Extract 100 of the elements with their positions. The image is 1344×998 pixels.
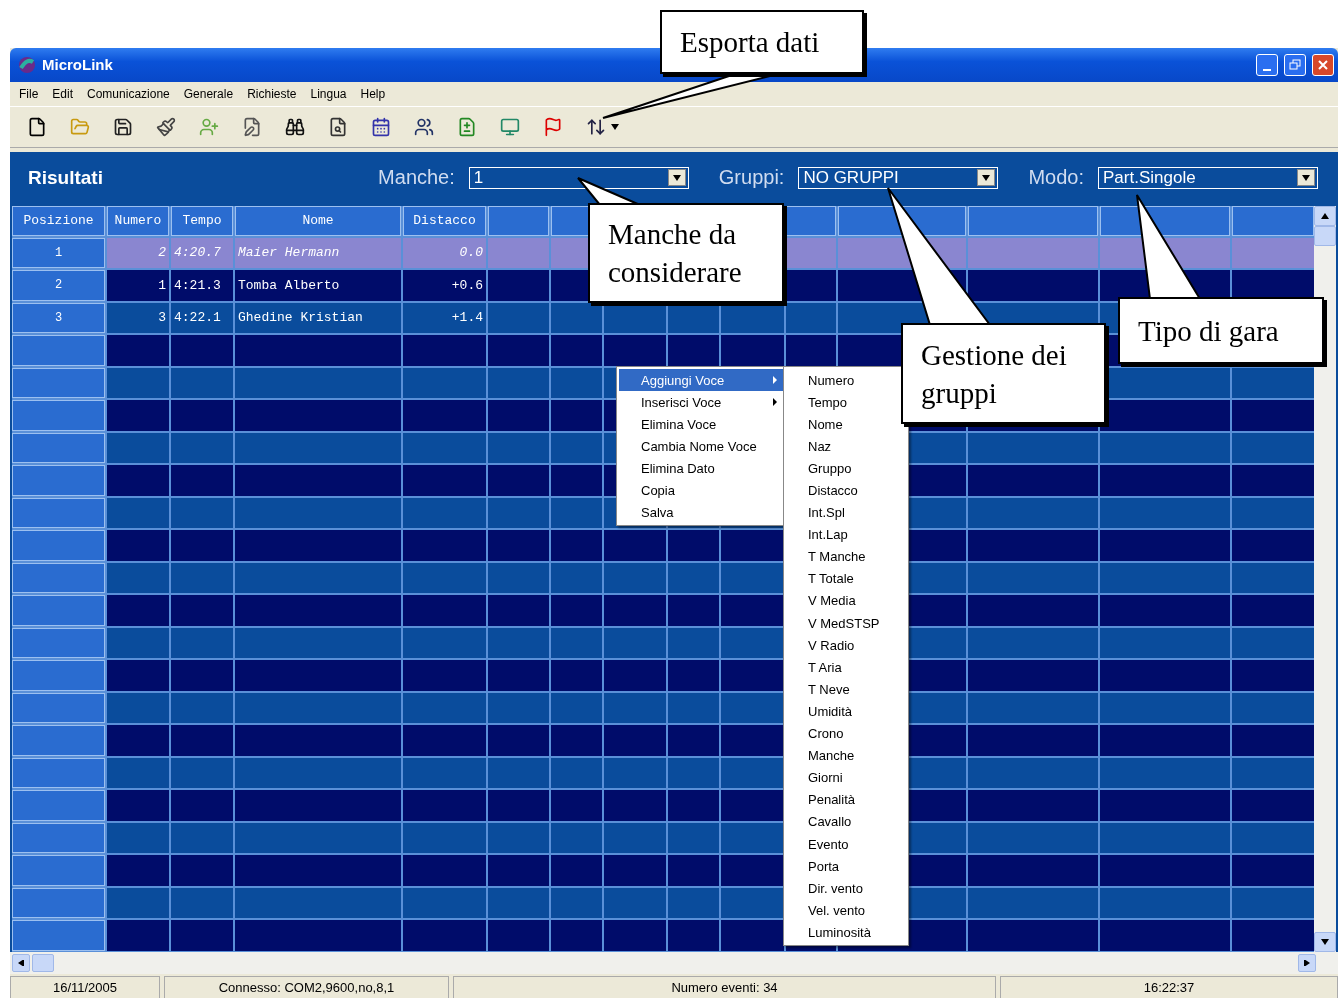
vertical-scrollbar[interactable] bbox=[1314, 205, 1336, 953]
menu-item[interactable]: Lingua bbox=[303, 86, 354, 101]
context-menu-item[interactable]: Inserisci Voce bbox=[619, 391, 785, 413]
table-cell bbox=[551, 822, 602, 854]
table-cell bbox=[721, 822, 784, 854]
maximize-button[interactable] bbox=[1284, 53, 1306, 76]
table-cell bbox=[551, 920, 602, 951]
table-cell bbox=[604, 660, 666, 691]
submenu-item[interactable]: Crono bbox=[784, 722, 908, 745]
table-cell bbox=[171, 757, 233, 789]
submenu-item[interactable]: Distacco bbox=[784, 479, 908, 502]
row-header[interactable]: 2 bbox=[12, 270, 105, 301]
submenu-item[interactable]: T Aria bbox=[784, 656, 908, 679]
row-header[interactable] bbox=[12, 855, 105, 886]
calendar-button[interactable] bbox=[370, 115, 392, 138]
scroll-thumb[interactable] bbox=[32, 954, 54, 973]
row-header[interactable] bbox=[12, 530, 105, 561]
filter-dropdown[interactable]: Part.Singole bbox=[1098, 166, 1318, 189]
left-arrow-icon bbox=[17, 960, 25, 967]
context-menu-item[interactable]: Aggiungi Voce bbox=[619, 369, 785, 391]
row-header[interactable]: 1 bbox=[12, 237, 105, 269]
scroll-right-button[interactable] bbox=[1298, 954, 1316, 973]
row-header[interactable] bbox=[12, 887, 105, 919]
row-header[interactable] bbox=[12, 465, 105, 496]
column-header[interactable]: Distacco bbox=[403, 205, 486, 236]
table-cell bbox=[488, 660, 549, 691]
scroll-down-button[interactable] bbox=[1314, 932, 1336, 953]
column-header[interactable]: Numero bbox=[107, 205, 169, 236]
menu-item[interactable]: Comunicazione bbox=[80, 86, 177, 101]
submenu-item[interactable]: V Radio bbox=[784, 634, 908, 657]
table-cell bbox=[107, 400, 169, 431]
submenu-item[interactable]: Gruppo bbox=[784, 457, 908, 480]
submenu-item[interactable]: T Totale bbox=[784, 567, 908, 590]
context-menu-item[interactable]: Salva bbox=[619, 501, 785, 523]
submenu-item[interactable]: Giorni bbox=[784, 766, 908, 789]
submenu-item[interactable]: Int.Spl bbox=[784, 501, 908, 524]
table-cell bbox=[171, 725, 233, 756]
maximize-icon bbox=[1289, 58, 1301, 71]
row-header[interactable] bbox=[12, 562, 105, 594]
row-header[interactable] bbox=[12, 822, 105, 854]
submenu-item[interactable]: Penalità bbox=[784, 788, 908, 811]
scroll-up-button[interactable] bbox=[1314, 205, 1336, 226]
submenu-item[interactable]: Luminosità bbox=[784, 921, 908, 944]
row-header[interactable] bbox=[12, 660, 105, 691]
submenu-item[interactable]: Naz bbox=[784, 435, 908, 458]
submenu-item[interactable]: Porta bbox=[784, 855, 908, 878]
column-header[interactable]: Posizione bbox=[12, 205, 105, 236]
table-cell: 0.0 bbox=[403, 237, 486, 269]
context-menu-item[interactable]: Copia bbox=[619, 479, 785, 501]
menu-item[interactable]: Edit bbox=[45, 86, 81, 101]
table-cell bbox=[721, 660, 784, 691]
menu-item[interactable]: Help bbox=[353, 86, 393, 101]
paintbrush-button[interactable] bbox=[155, 115, 177, 138]
row-header[interactable] bbox=[12, 790, 105, 821]
submenu-item[interactable]: Cavallo bbox=[784, 810, 908, 833]
row-header[interactable] bbox=[12, 757, 105, 789]
submenu-item[interactable]: Vel. vento bbox=[784, 899, 908, 922]
row-header[interactable] bbox=[12, 595, 105, 626]
menu-item[interactable]: Generale bbox=[176, 86, 241, 101]
table-cell bbox=[786, 237, 836, 269]
minimize-button[interactable] bbox=[1256, 53, 1278, 76]
row-header[interactable] bbox=[12, 627, 105, 659]
submenu-item[interactable]: Umidità bbox=[784, 700, 908, 723]
submenu-item[interactable]: Int.Lap bbox=[784, 523, 908, 546]
table-cell bbox=[488, 367, 549, 399]
submenu-item[interactable]: Dir. vento bbox=[784, 877, 908, 900]
row-header[interactable] bbox=[12, 367, 105, 399]
filter-dropdown[interactable]: 1 bbox=[468, 166, 689, 189]
row-header[interactable] bbox=[12, 692, 105, 724]
row-header[interactable] bbox=[12, 432, 105, 464]
context-menu-item[interactable]: Elimina Voce bbox=[619, 413, 785, 435]
row-header[interactable] bbox=[12, 335, 105, 366]
submenu-item[interactable]: V MedSTSP bbox=[784, 612, 908, 635]
submenu-item[interactable]: Manche bbox=[784, 744, 908, 767]
menu-item[interactable]: Richieste bbox=[240, 86, 304, 101]
scroll-thumb[interactable] bbox=[1314, 225, 1336, 246]
table-cell bbox=[551, 432, 602, 464]
table-cell: 1 bbox=[107, 270, 169, 301]
table-cell bbox=[488, 530, 549, 561]
table-cell bbox=[668, 887, 719, 919]
context-menu-item[interactable]: Elimina Dato bbox=[619, 457, 785, 479]
context-menu-item[interactable]: Cambia Nome Voce bbox=[619, 435, 785, 457]
close-button[interactable] bbox=[1312, 53, 1334, 76]
row-header[interactable]: 3 bbox=[12, 302, 105, 334]
submenu-item[interactable]: Evento bbox=[784, 832, 908, 856]
filter-dropdown[interactable]: NO GRUPPI bbox=[798, 166, 999, 189]
table-cell bbox=[604, 790, 666, 821]
row-header[interactable] bbox=[12, 400, 105, 431]
submenu-item[interactable]: T Neve bbox=[784, 678, 908, 701]
column-header[interactable]: Tempo bbox=[171, 205, 233, 236]
table-cell bbox=[721, 887, 784, 919]
table-cell bbox=[107, 367, 169, 399]
row-header[interactable] bbox=[12, 497, 105, 529]
submenu-item[interactable]: V Media bbox=[784, 589, 908, 613]
row-header[interactable] bbox=[12, 725, 105, 756]
horizontal-scrollbar[interactable] bbox=[10, 952, 1338, 975]
scroll-left-button[interactable] bbox=[12, 954, 30, 973]
column-header[interactable]: Nome bbox=[235, 205, 401, 236]
menu-item[interactable]: File bbox=[12, 86, 46, 101]
submenu-item[interactable]: T Manche bbox=[784, 545, 908, 568]
